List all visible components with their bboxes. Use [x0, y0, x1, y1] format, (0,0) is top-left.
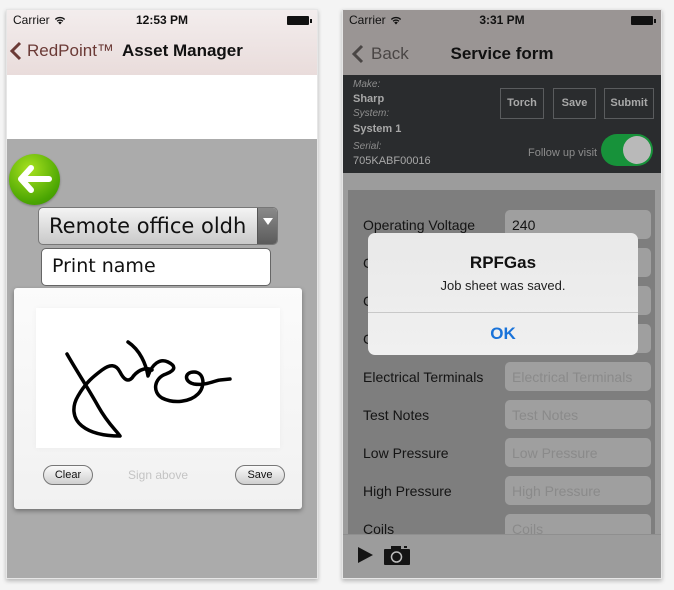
- alert-ok-button[interactable]: OK: [368, 313, 638, 355]
- status-bar: Carrier 12:53 PM: [7, 10, 317, 30]
- field-label: Low Pressure: [363, 445, 449, 461]
- battery-icon: [287, 16, 312, 25]
- signature-pad[interactable]: [36, 308, 280, 448]
- camera-icon[interactable]: [384, 545, 410, 565]
- save-button[interactable]: Save: [553, 88, 596, 119]
- form-row: Low Pressure Low Pressure: [348, 438, 655, 468]
- office-select[interactable]: Remote office oldh: [38, 207, 278, 245]
- asset-manager-screen: Carrier 12:53 PM RedPoint™ Asset Manager…: [6, 9, 318, 579]
- serial-value: 705KABF00016: [353, 155, 431, 167]
- serial-label: Serial:: [353, 141, 382, 152]
- alert-dialog: RPFGas Job sheet was saved. OK: [368, 233, 638, 355]
- follow-up-toggle[interactable]: [601, 134, 653, 166]
- header-spacer: [7, 75, 317, 139]
- carrier-indicator: Carrier: [349, 13, 402, 27]
- chevron-left-icon[interactable]: [351, 44, 365, 64]
- follow-up-label: Follow up visit: [528, 147, 598, 159]
- asset-info-panel: Make: Sharp System: System 1 Serial: 705…: [343, 75, 661, 173]
- signature-card: Clear Sign above Save: [14, 288, 302, 509]
- field-label: High Pressure: [363, 483, 452, 499]
- navbar: RedPoint™ Asset Manager: [7, 36, 317, 66]
- field-label: Electrical Terminals: [363, 369, 484, 385]
- make-label: Make:: [353, 79, 381, 90]
- back-button[interactable]: RedPoint™: [27, 41, 114, 61]
- form-row: Electrical Terminals Electrical Terminal…: [348, 362, 655, 392]
- system-value: System 1: [353, 123, 402, 135]
- electrical-terminals-input[interactable]: Electrical Terminals: [505, 362, 651, 391]
- carrier-label: Carrier: [13, 13, 50, 27]
- carrier-label: Carrier: [349, 13, 386, 27]
- arrow-left-icon: [18, 165, 52, 193]
- low-pressure-input[interactable]: Low Pressure: [505, 438, 651, 467]
- dropdown-arrow-icon[interactable]: [257, 208, 277, 244]
- wifi-icon: [390, 16, 401, 25]
- toggle-knob: [623, 136, 651, 164]
- chevron-left-icon[interactable]: [9, 41, 23, 61]
- carrier-indicator: Carrier: [13, 13, 66, 27]
- test-notes-input[interactable]: Test Notes: [505, 400, 651, 429]
- form-row: High Pressure High Pressure: [348, 476, 655, 506]
- system-label: System:: [353, 108, 390, 119]
- navbar: Back Service form: [343, 39, 661, 69]
- play-icon[interactable]: [358, 547, 373, 563]
- service-form-screen: Carrier 3:31 PM Back Service form Make: …: [342, 9, 662, 579]
- torch-button[interactable]: Torch: [500, 88, 544, 119]
- field-label: Operating Voltage: [363, 217, 476, 233]
- alert-message: Job sheet was saved.: [440, 278, 566, 293]
- save-signature-button[interactable]: Save: [235, 465, 285, 485]
- signature-content: Remote office oldh Print name Clear Sign…: [7, 139, 317, 578]
- office-select-value: Remote office oldh: [49, 214, 247, 238]
- page-title: Asset Manager: [121, 41, 243, 60]
- battery-icon: [631, 16, 656, 25]
- wifi-icon: [54, 16, 65, 25]
- green-back-button[interactable]: [9, 154, 60, 205]
- status-bar: Carrier 3:31 PM: [343, 10, 661, 30]
- back-button[interactable]: Back: [371, 44, 409, 64]
- bottom-toolbar: [343, 534, 661, 578]
- make-value: Sharp: [353, 93, 385, 105]
- alert-title: RPFGas: [469, 253, 537, 272]
- field-label: Test Notes: [363, 407, 430, 423]
- form-row: Test Notes Test Notes: [348, 400, 655, 430]
- high-pressure-input[interactable]: High Pressure: [505, 476, 651, 505]
- submit-button[interactable]: Submit: [604, 88, 654, 119]
- signature-drawing: [65, 340, 232, 438]
- print-name-input[interactable]: Print name: [41, 248, 271, 286]
